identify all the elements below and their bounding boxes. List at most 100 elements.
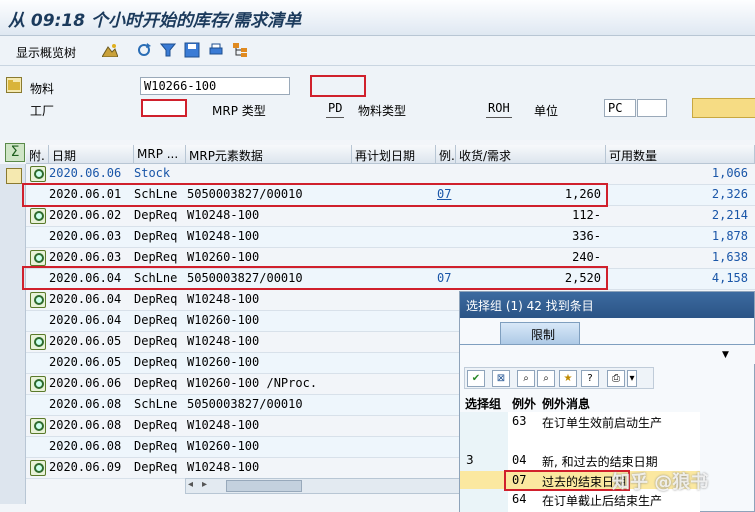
chevron-down-icon[interactable]: ▼ xyxy=(722,350,729,360)
cell-data: W10260-100 xyxy=(187,355,260,369)
col-exception[interactable]: 例. xyxy=(436,145,456,164)
watermark: 知乎 @狼书 xyxy=(612,472,709,493)
cell-qty: 112- xyxy=(572,208,601,222)
dialog-title: 选择组 (1) 42 找到条目 xyxy=(460,292,754,318)
cell-data: W10248-100 xyxy=(187,292,260,306)
table-row[interactable]: 2020.06.03 DepReq W10248-100 336- 1,878 xyxy=(26,227,755,248)
cell-mrp: DepReq xyxy=(134,313,178,327)
unit-extra-field[interactable] xyxy=(637,99,667,117)
find-next-icon[interactable]: ⌕ xyxy=(537,370,555,387)
col-reschedule-date[interactable]: 再计划日期 xyxy=(352,145,436,164)
mountain-icon[interactable] xyxy=(102,42,118,58)
document-icon[interactable] xyxy=(6,168,22,184)
sum-icon[interactable]: Σ xyxy=(5,143,25,162)
highlight-row-1 xyxy=(22,183,608,207)
cell-mrp: DepReq xyxy=(134,418,178,432)
cell-date: 2020.06.09 xyxy=(49,460,122,474)
cell-avail: 2,214 xyxy=(711,208,748,222)
printer-icon[interactable]: ⎙ xyxy=(607,370,625,387)
cell-date: 2020.06.03 xyxy=(49,250,122,264)
hierarchy-icon[interactable] xyxy=(232,42,248,58)
cell-date: 2020.06.02 xyxy=(49,208,122,222)
cell-date: 2020.06.05 xyxy=(49,334,122,348)
detail-button[interactable] xyxy=(692,98,755,118)
cell-avail: 1,878 xyxy=(711,229,748,243)
cell-data: W10248-100 xyxy=(187,229,260,243)
cell-data: 5050003827/00010 xyxy=(187,397,303,411)
material-label: 物料 xyxy=(30,82,55,96)
horizontal-scrollbar[interactable]: ◂ ▸ xyxy=(185,478,460,494)
menu-icon[interactable]: ▾ xyxy=(627,370,637,387)
scroll-left-icon[interactable]: ◂ xyxy=(188,479,193,490)
cell-avail: 1,638 xyxy=(711,250,748,264)
scroll-right-icon[interactable]: ▸ xyxy=(202,479,207,490)
cell-mrp: DepReq xyxy=(134,334,178,348)
cell-data: W10248-100 xyxy=(187,418,260,432)
col-available-qty[interactable]: 可用数量 xyxy=(606,145,755,164)
cell-date: 2020.06.06 xyxy=(49,166,122,180)
exception-row[interactable]: 63 在订单生效前启动生产 xyxy=(460,413,755,431)
cell-qty: 240- xyxy=(572,250,601,264)
cell-date: 2020.06.04 xyxy=(49,292,122,306)
cell-date: 2020.06.08 xyxy=(49,397,122,411)
unit-label: 单位 xyxy=(534,104,559,118)
cell-mrp: DepReq xyxy=(134,208,178,222)
dialog-toolbar: ✔ ⊠ ⌕ ⌕ ★ ? ⎙ ▾ xyxy=(464,367,654,389)
folder-icon[interactable] xyxy=(6,77,22,93)
find-icon[interactable]: ⌕ xyxy=(517,370,535,387)
title-bar: 从 09:18 个小时开始的库存/需求清单 xyxy=(0,0,755,36)
cancel-icon[interactable]: ⊠ xyxy=(492,370,510,387)
col-mrp-element-data[interactable]: MRP元素数据 xyxy=(186,145,352,164)
tab-strip xyxy=(460,344,755,364)
cell-data: W10260-100 xyxy=(187,313,260,327)
check-icon[interactable]: ✔ xyxy=(467,370,485,387)
material-type-field: ROH xyxy=(486,101,512,118)
col-mrp-element[interactable]: MRP ... xyxy=(134,145,186,164)
material-type-label: 物料类型 xyxy=(358,104,407,118)
cell-date: 2020.06.05 xyxy=(49,355,122,369)
help-icon[interactable]: ? xyxy=(581,370,599,387)
exception-row[interactable]: 64 在订单截止后结束生产 xyxy=(460,491,755,509)
cell-mrp: DepReq xyxy=(134,439,178,453)
cell-mrp: DepReq xyxy=(134,250,178,264)
cell-mrp: DepReq xyxy=(134,229,178,243)
cell-data: W10260-100 /NProc. xyxy=(187,376,318,390)
cell-date: 2020.06.03 xyxy=(49,229,122,243)
cell-date: 2020.06.04 xyxy=(49,313,122,327)
application-toolbar: 显示概览树 xyxy=(0,36,755,66)
new-icon[interactable]: ★ xyxy=(559,370,577,387)
overview-tree-button[interactable]: 显示概览树 xyxy=(16,44,76,61)
save-icon[interactable] xyxy=(184,42,200,58)
refresh-icon[interactable] xyxy=(136,42,152,58)
col-selection-group: 选择组 xyxy=(465,397,502,411)
col-receipt-requirement[interactable]: 收货/需求 xyxy=(456,145,606,164)
scroll-thumb[interactable] xyxy=(226,480,302,492)
table-row[interactable]: 2020.06.06 Stock 1,066 xyxy=(26,164,755,185)
exception-row[interactable]: 3 04 新, 和过去的结束日期 xyxy=(460,452,755,470)
col-attachment[interactable]: 附. xyxy=(26,145,49,164)
material-field[interactable]: W10266-100 xyxy=(140,77,290,95)
cell-avail: 4,158 xyxy=(711,271,748,285)
selection-group-dialog: 选择组 (1) 42 找到条目 限制 ▼ ✔ ⊠ ⌕ ⌕ ★ ? ⎙ ▾ 选择组… xyxy=(459,291,755,512)
cell-qty: 336- xyxy=(572,229,601,243)
highlight-box xyxy=(310,75,366,97)
table-row[interactable]: 2020.06.02 DepReq W10248-100 112- 2,214 xyxy=(26,206,755,227)
cell-data: W10248-100 xyxy=(187,460,260,474)
cell-avail: 1,066 xyxy=(711,166,748,180)
cell-mrp: DepReq xyxy=(134,292,178,306)
unit-field[interactable]: PC xyxy=(604,99,636,117)
cell-data: W10248-100 xyxy=(187,208,260,222)
col-date[interactable]: 日期 xyxy=(49,145,134,164)
cell-mrp: DepReq xyxy=(134,355,178,369)
cell-date: 2020.06.06 xyxy=(49,376,122,390)
cell-mrp: DepReq xyxy=(134,460,178,474)
tab-restrictions[interactable]: 限制 xyxy=(500,322,580,344)
plant-field[interactable] xyxy=(141,99,187,117)
cell-mrp: SchLne xyxy=(134,397,178,411)
highlight-row-2 xyxy=(22,266,608,290)
cell-date: 2020.06.08 xyxy=(49,439,122,453)
col-exception-code: 例外 xyxy=(512,397,537,411)
print-icon[interactable] xyxy=(208,42,224,58)
cell-mrp: DepReq xyxy=(134,376,178,390)
filter-icon[interactable] xyxy=(160,42,176,58)
